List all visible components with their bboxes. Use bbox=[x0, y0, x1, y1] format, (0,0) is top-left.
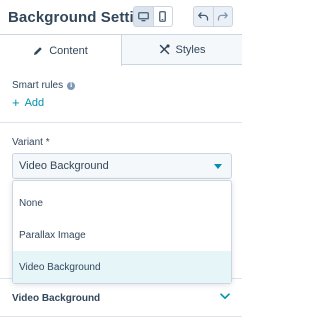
option-none-label: None bbox=[19, 197, 43, 209]
option-none[interactable]: None bbox=[13, 187, 231, 219]
chevron-down-icon bbox=[214, 164, 222, 169]
section-divider bbox=[0, 122, 242, 123]
redo-icon bbox=[218, 12, 229, 21]
panel-tabs: Content Styles bbox=[0, 34, 242, 66]
variant-label: Variant * bbox=[12, 137, 50, 148]
option-parallax-image[interactable]: Parallax Image bbox=[13, 219, 231, 251]
variant-select[interactable]: Video Background bbox=[12, 153, 232, 179]
tools-icon bbox=[159, 44, 170, 55]
option-video-background[interactable]: Video Background bbox=[13, 251, 231, 283]
option-parallax-image-label: Parallax Image bbox=[19, 229, 86, 241]
variant-dropdown-menu: None Parallax Image Video Background bbox=[12, 180, 232, 284]
undo-button[interactable] bbox=[194, 7, 213, 26]
smart-rules-text: Smart rules bbox=[12, 80, 64, 91]
section-divider bbox=[0, 316, 242, 317]
add-label: Add bbox=[24, 96, 45, 109]
plus-icon: + bbox=[12, 95, 20, 110]
history-controls bbox=[193, 6, 233, 27]
redo-button[interactable] bbox=[212, 7, 232, 26]
add-smart-rule-button[interactable]: + Add bbox=[12, 96, 44, 109]
tab-styles[interactable]: Styles bbox=[122, 35, 242, 64]
desktop-view-button[interactable] bbox=[134, 7, 153, 26]
tab-content-label: Content bbox=[49, 44, 88, 57]
mobile-icon bbox=[159, 11, 167, 22]
smart-rules-label: Smart rules i bbox=[12, 80, 76, 91]
tab-styles-label: Styles bbox=[175, 43, 206, 56]
device-preview-toggle bbox=[133, 6, 173, 27]
option-video-background-label: Video Background bbox=[19, 261, 101, 273]
chevron-down-icon bbox=[220, 293, 230, 299]
pencil-icon bbox=[34, 46, 43, 55]
desktop-icon bbox=[138, 11, 149, 21]
undo-icon bbox=[198, 12, 209, 21]
info-icon[interactable]: i bbox=[67, 81, 76, 90]
mobile-view-button[interactable] bbox=[152, 7, 172, 26]
variant-selected-value: Video Background bbox=[19, 160, 109, 172]
section-title: Video Background bbox=[12, 292, 101, 304]
video-background-section-toggle[interactable]: Video Background bbox=[12, 290, 232, 306]
panel-title: Background Setti... bbox=[8, 8, 147, 26]
tab-content[interactable]: Content bbox=[0, 35, 122, 66]
